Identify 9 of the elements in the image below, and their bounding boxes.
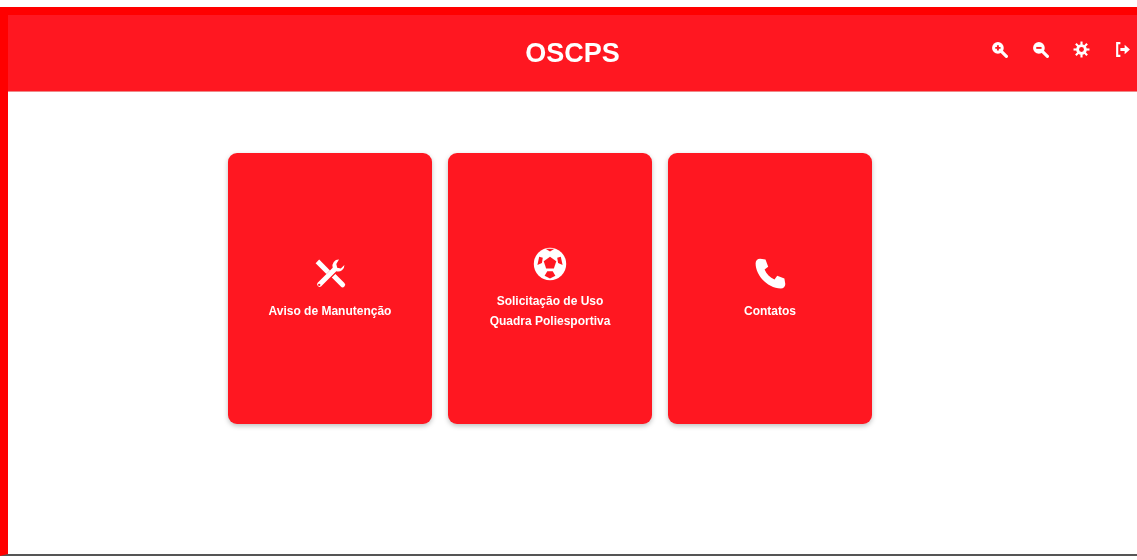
soccer-ball-icon bbox=[532, 246, 568, 283]
app-title: OSCPS bbox=[525, 37, 620, 69]
menu-card[interactable]: Contatos bbox=[668, 153, 872, 424]
settings-icon[interactable] bbox=[1073, 41, 1090, 58]
logout-icon[interactable] bbox=[1114, 41, 1131, 58]
zoom-out-icon[interactable] bbox=[1032, 41, 1049, 58]
menu-card[interactable]: Solicitação de Uso Quadra Poliesportiva bbox=[448, 153, 652, 424]
menu-card[interactable]: Aviso de Manutenção bbox=[228, 153, 432, 424]
zoom-in-icon[interactable] bbox=[991, 41, 1008, 58]
